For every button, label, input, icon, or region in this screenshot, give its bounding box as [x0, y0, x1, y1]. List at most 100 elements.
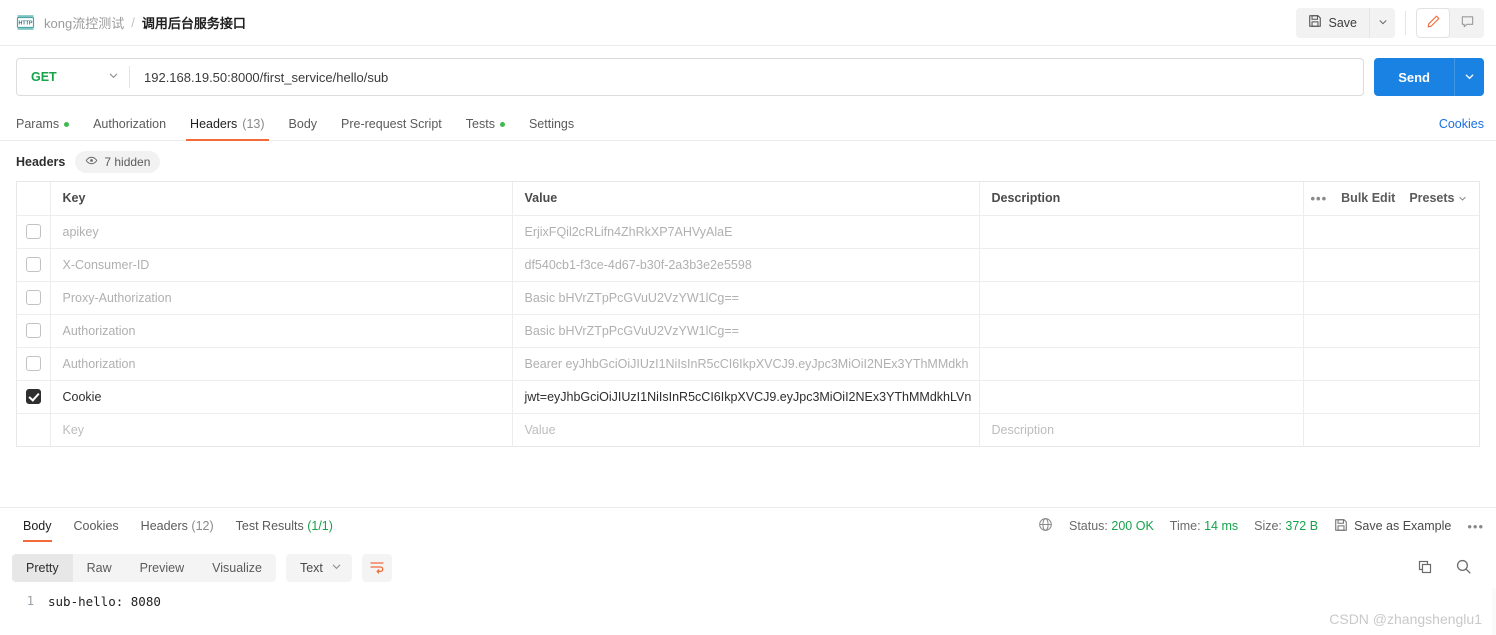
row-checkbox-cell[interactable]	[17, 248, 51, 282]
row-key[interactable]: Cookie	[50, 380, 513, 414]
tab-settings[interactable]: Settings	[517, 108, 586, 141]
table-row[interactable]: Authorization Basic bHVrZTpPcGVuU2VzYW1l…	[17, 314, 1479, 348]
request-tabs: Params Authorization Headers (13) Body P…	[0, 108, 1496, 141]
row-checkbox[interactable]	[25, 389, 41, 405]
tab-authorization[interactable]: Authorization	[81, 108, 178, 141]
row-value[interactable]: df540cb1-f3ce-4d67-b30f-2a3b3e2e5598	[512, 248, 980, 282]
chevron-down-icon	[108, 70, 119, 84]
view-mode-visualize[interactable]: Visualize	[198, 554, 276, 582]
table-row[interactable]: Cookie jwt=eyJhbGciOiJIUzI1NiIsInR5cCI6I…	[17, 380, 1479, 414]
globe-icon	[1038, 517, 1053, 535]
new-row-description-input[interactable]: Description	[979, 413, 1304, 446]
hidden-headers-toggle[interactable]: 7 hidden	[75, 151, 161, 173]
table-row[interactable]: Authorization Bearer eyJhbGciOiJIUzI1NiI…	[17, 347, 1479, 381]
row-checkbox-cell[interactable]	[17, 215, 51, 249]
copy-icon[interactable]	[1417, 559, 1433, 578]
status-badge[interactable]: Status: 200 OK	[1069, 519, 1154, 533]
save-button[interactable]: Save	[1295, 7, 1369, 38]
row-description[interactable]	[979, 347, 1304, 381]
tab-body[interactable]: Body	[277, 108, 330, 141]
edit-mode-button[interactable]	[1416, 7, 1450, 38]
search-icon[interactable]	[1455, 558, 1472, 578]
size-label: Size:	[1254, 519, 1282, 533]
breadcrumb-collection[interactable]: kong流控测试	[44, 13, 124, 32]
row-checkbox[interactable]	[25, 290, 41, 306]
response-tab-headers-label: Headers	[140, 519, 188, 533]
breadcrumb-request-name[interactable]: 调用后台服务接口	[142, 13, 246, 32]
tab-tests[interactable]: Tests	[454, 108, 517, 141]
row-checkbox[interactable]	[25, 323, 41, 339]
row-checkbox-cell[interactable]	[17, 314, 51, 348]
chevron-down-icon	[1464, 70, 1475, 85]
table-row[interactable]: Proxy-Authorization Basic bHVrZTpPcGVuU2…	[17, 281, 1479, 315]
response-format-select[interactable]: Text	[285, 554, 352, 582]
table-row[interactable]: apikey ErjixFQil2cRLifn4ZhRkXP7AHVyAlaE	[17, 215, 1479, 249]
tab-params[interactable]: Params	[16, 108, 81, 141]
send-button[interactable]: Send	[1374, 58, 1454, 96]
breadcrumb-separator: /	[131, 15, 135, 30]
row-checkbox[interactable]	[25, 224, 41, 240]
row-key[interactable]: Authorization	[50, 347, 513, 381]
size-value: 372 B	[1285, 519, 1319, 533]
time-label: Time:	[1169, 519, 1201, 533]
row-key[interactable]: Authorization	[50, 314, 513, 348]
response-tab-body[interactable]: Body	[12, 508, 63, 544]
row-description[interactable]	[979, 215, 1304, 249]
comment-button[interactable]	[1450, 8, 1484, 38]
response-tab-test-results-label: Test Results	[235, 519, 304, 533]
chevron-down-icon	[1458, 191, 1467, 205]
cookies-link[interactable]: Cookies	[1439, 117, 1484, 131]
headers-table-actions: ••• Bulk Edit Presets	[1303, 182, 1479, 216]
response-body-code[interactable]: 1 sub-hello: 8080	[0, 588, 1496, 635]
row-key[interactable]: apikey	[50, 215, 513, 249]
row-description[interactable]	[979, 281, 1304, 315]
row-value[interactable]: Basic bHVrZTpPcGVuU2VzYW1lCg==	[512, 281, 980, 315]
save-as-example-button[interactable]: Save as Example	[1334, 518, 1451, 535]
column-header-key: Key	[50, 182, 513, 216]
row-checkbox[interactable]	[25, 356, 41, 372]
row-key[interactable]: X-Consumer-ID	[50, 248, 513, 282]
row-key[interactable]: Proxy-Authorization	[50, 281, 513, 315]
response-tab-cookies-label: Cookies	[73, 519, 119, 533]
response-tab-test-results[interactable]: Test Results (1/1)	[225, 508, 344, 544]
tab-pre-request-script[interactable]: Pre-request Script	[329, 108, 454, 141]
view-mode-raw[interactable]: Raw	[73, 554, 126, 582]
time-badge[interactable]: Time: 14 ms	[1170, 519, 1238, 533]
new-row-value-input[interactable]: Value	[512, 413, 980, 446]
tab-body-label: Body	[288, 116, 318, 131]
send-options-caret-button[interactable]	[1454, 58, 1484, 96]
url-input[interactable]: 192.168.19.50:8000/first_service/hello/s…	[130, 70, 1363, 85]
view-mode-pretty[interactable]: Pretty	[12, 554, 73, 582]
row-description[interactable]	[979, 380, 1304, 414]
new-row-key-input[interactable]: Key	[50, 413, 513, 446]
wrap-text-button[interactable]	[361, 554, 392, 582]
code-scrollbar[interactable]	[1492, 588, 1496, 635]
table-row[interactable]: X-Consumer-ID df540cb1-f3ce-4d67-b30f-2a…	[17, 248, 1479, 282]
row-value[interactable]: Bearer eyJhbGciOiJIUzI1NiIsInR5cCI6IkpXV…	[512, 347, 980, 381]
table-row-placeholder[interactable]: Key Value Description	[17, 413, 1479, 446]
size-badge[interactable]: Size: 372 B	[1254, 519, 1318, 533]
line-content: sub-hello: 8080	[48, 594, 161, 609]
presets-dropdown[interactable]: Presets	[1409, 191, 1467, 205]
row-description[interactable]	[979, 314, 1304, 348]
response-tab-headers[interactable]: Headers (12)	[130, 508, 225, 544]
ellipsis-icon[interactable]: •••	[1311, 192, 1328, 205]
save-options-caret-button[interactable]	[1369, 7, 1395, 38]
row-description[interactable]	[979, 248, 1304, 282]
row-value[interactable]: Basic bHVrZTpPcGVuU2VzYW1lCg==	[512, 314, 980, 348]
row-checkbox[interactable]	[25, 257, 41, 273]
response-tabs: Body Cookies Headers (12) Test Results (…	[0, 508, 1496, 544]
row-actions	[1303, 215, 1479, 249]
row-checkbox-cell[interactable]	[17, 380, 51, 414]
http-method-select[interactable]: GET	[17, 59, 129, 95]
ellipsis-icon[interactable]: •••	[1467, 520, 1484, 533]
response-tab-cookies[interactable]: Cookies	[63, 508, 130, 544]
status-value: 200 OK	[1111, 519, 1154, 533]
bulk-edit-button[interactable]: Bulk Edit	[1341, 191, 1395, 205]
tab-headers[interactable]: Headers (13)	[178, 108, 276, 141]
row-value[interactable]: jwt=eyJhbGciOiJIUzI1NiIsInR5cCI6IkpXVCJ9…	[512, 380, 980, 414]
row-checkbox-cell[interactable]	[17, 347, 51, 381]
row-value[interactable]: ErjixFQil2cRLifn4ZhRkXP7AHVyAlaE	[512, 215, 980, 249]
row-checkbox-cell[interactable]	[17, 281, 51, 315]
view-mode-preview[interactable]: Preview	[126, 554, 198, 582]
